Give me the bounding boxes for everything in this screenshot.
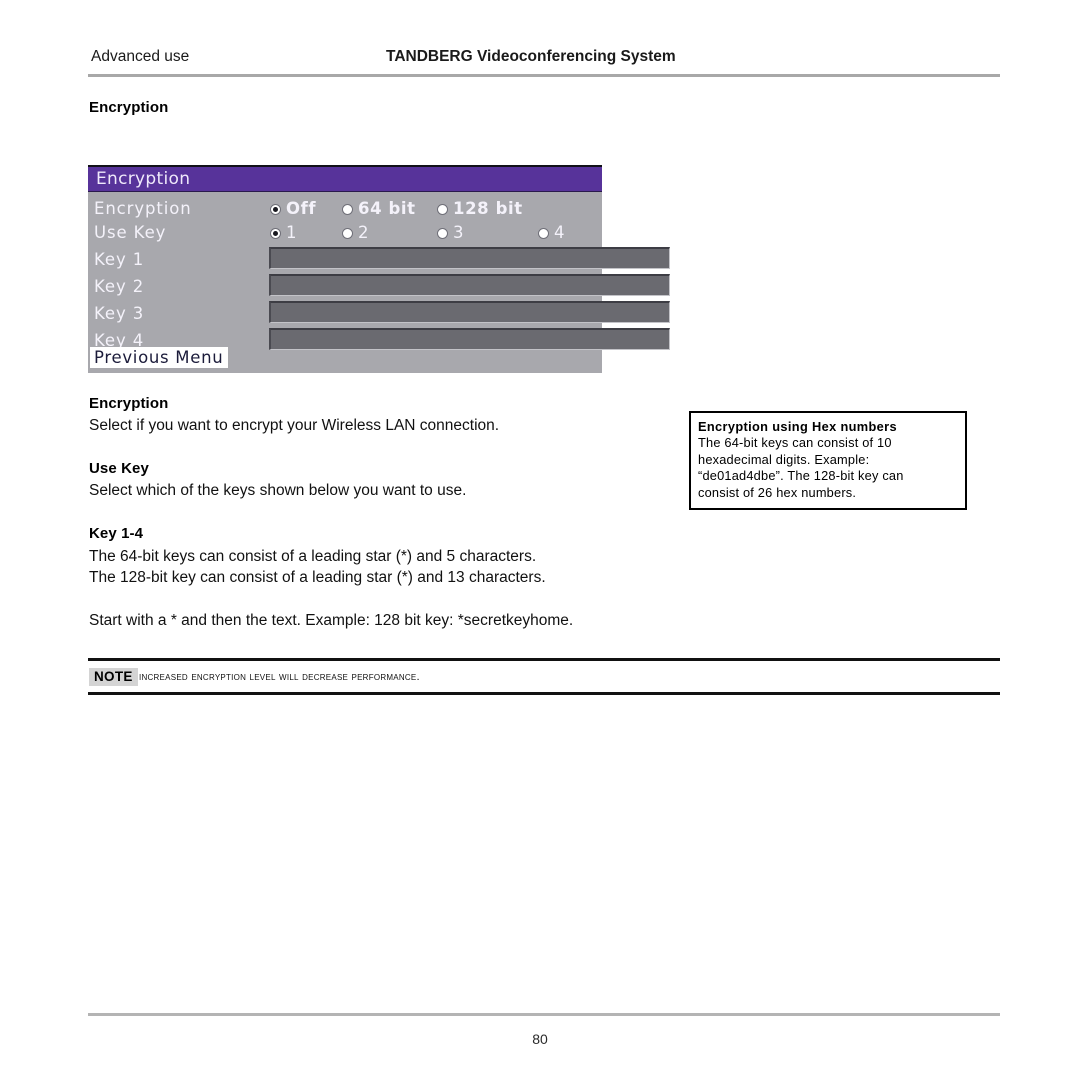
heading-encryption: Encryption xyxy=(89,395,169,412)
side-note-line-4: consist of 26 hex numbers. xyxy=(698,484,857,500)
document-page: Advanced use TANDBERG Videoconferencing … xyxy=(0,0,1080,1080)
radio-encryption-off[interactable]: Off xyxy=(270,199,316,219)
radio-label: Off xyxy=(286,199,317,218)
paragraph-key-line-3: Start with a * and then the text. Exampl… xyxy=(89,612,574,629)
radio-label: 128 bit xyxy=(453,199,523,218)
paragraph-encryption: Select if you want to encrypt your Wirel… xyxy=(89,417,500,434)
key-1-input[interactable] xyxy=(269,247,670,269)
radio-label: 2 xyxy=(358,223,370,242)
radio-label: 64 bit xyxy=(358,199,416,218)
radio-dot-icon xyxy=(437,203,448,215)
header-center-text: TANDBERG Videoconferencing System xyxy=(386,48,676,65)
device-row-label-key-3: Key 3 xyxy=(94,304,145,323)
note-badge: NOTE xyxy=(89,668,138,686)
note-divider-top xyxy=(88,658,1000,661)
paragraph-use-key: Select which of the keys shown below you… xyxy=(89,482,467,499)
note-divider-bottom xyxy=(88,692,1000,695)
page-title: Encryption xyxy=(89,99,169,116)
page-number: 80 xyxy=(532,1031,548,1047)
paragraph-key-line-1: The 64-bit keys can consist of a leading… xyxy=(89,548,537,565)
radio-label: 3 xyxy=(453,223,465,242)
radio-label: 1 xyxy=(286,223,298,242)
running-header: Advanced use TANDBERG Videoconferencing … xyxy=(88,46,1000,70)
radio-dot-icon xyxy=(342,227,353,239)
device-titlebar: Encryption xyxy=(88,167,602,192)
radio-encryption-64bit[interactable]: 64 bit xyxy=(342,199,416,219)
radio-dot-icon xyxy=(270,227,281,239)
radio-usekey-2[interactable]: 2 xyxy=(342,223,369,243)
device-row-label-use-key: Use Key xyxy=(94,223,167,242)
side-note-title: Encryption using Hex numbers xyxy=(698,419,897,434)
device-row-label-key-2: Key 2 xyxy=(94,277,145,296)
radio-dot-icon xyxy=(342,203,353,215)
header-divider xyxy=(88,74,1000,77)
footer-divider xyxy=(88,1013,1000,1016)
device-title-text: Encryption xyxy=(96,169,191,189)
previous-menu-button[interactable]: Previous Menu xyxy=(90,347,229,368)
radio-dot-icon xyxy=(270,203,281,215)
radio-dot-icon xyxy=(538,227,549,239)
device-panel-body: Encryption Off 64 bit 128 bit Use Key 1 xyxy=(88,193,670,373)
header-left-text: Advanced use xyxy=(91,48,190,65)
radio-usekey-4[interactable]: 4 xyxy=(538,223,565,243)
side-note-line-2: hexadecimal digits. Example: xyxy=(698,451,870,467)
device-row-label-encryption: Encryption xyxy=(94,199,192,218)
side-note-line-1: The 64-bit keys can consist of 10 xyxy=(698,435,892,450)
note-text: Increased encryption level will decrease… xyxy=(139,671,420,683)
radio-usekey-3[interactable]: 3 xyxy=(437,223,464,243)
heading-key-1-4: Key 1-4 xyxy=(89,525,144,542)
device-ui-screenshot: Encryption Encryption Off 64 bit 128 bit… xyxy=(88,165,670,373)
radio-usekey-1[interactable]: 1 xyxy=(270,223,297,243)
paragraph-key-line-2: The 128-bit key can consist of a leading… xyxy=(89,569,546,586)
key-4-input[interactable] xyxy=(269,328,670,350)
side-note-line-3: “de01ad4dbe”. The 128-bit key can xyxy=(698,468,904,484)
key-3-input[interactable] xyxy=(269,301,670,323)
radio-dot-icon xyxy=(437,227,448,239)
radio-encryption-128bit[interactable]: 128 bit xyxy=(437,199,523,219)
side-note-box: Encryption using Hex numbers The 64-bit … xyxy=(689,411,967,510)
radio-label: 4 xyxy=(554,223,566,242)
heading-use-key: Use Key xyxy=(89,460,149,477)
key-2-input[interactable] xyxy=(269,274,670,296)
device-row-label-key-1: Key 1 xyxy=(94,250,145,269)
